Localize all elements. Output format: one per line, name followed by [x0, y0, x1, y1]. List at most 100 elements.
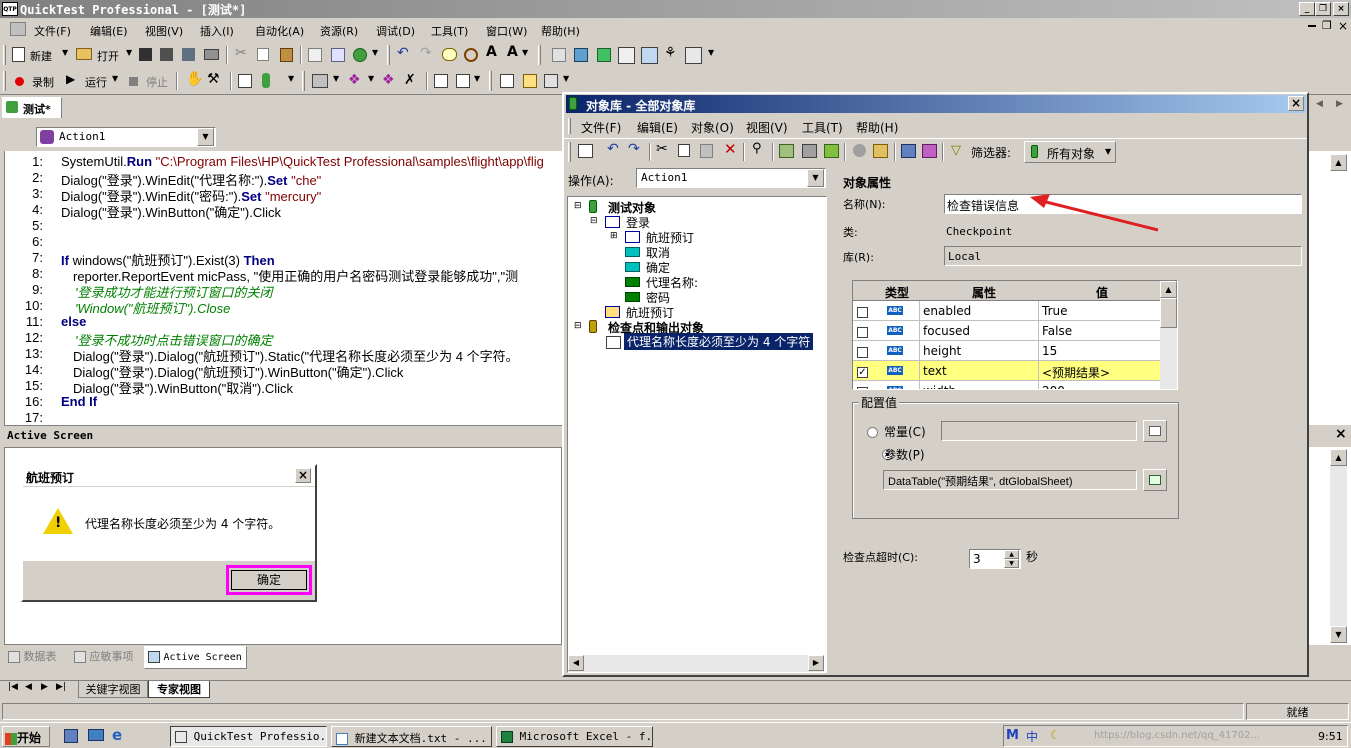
- find-dropdown-icon[interactable]: ▼: [372, 48, 378, 57]
- or-cut-icon[interactable]: ✂: [656, 141, 668, 157]
- grid-scroll-up-icon[interactable]: ▲: [1160, 281, 1177, 298]
- tab-test[interactable]: 测试*: [2, 97, 62, 118]
- task-quicktest[interactable]: QuickTest Professio...: [170, 726, 327, 747]
- ime-m-icon[interactable]: M: [1006, 728, 1019, 743]
- property-row[interactable]: ABC width 200: [853, 381, 1160, 389]
- record-button-label[interactable]: 录制: [32, 74, 54, 90]
- expand-login-icon[interactable]: ⊟: [590, 216, 598, 226]
- start-button[interactable]: 开始: [2, 726, 50, 747]
- open-dropdown-icon[interactable]: ▼: [126, 48, 132, 57]
- or-redo-icon[interactable]: ↷: [628, 141, 640, 157]
- view-next-icon[interactable]: ▶: [41, 682, 48, 692]
- minimize-button[interactable]: _: [1299, 2, 1315, 16]
- constant-edit-icon[interactable]: [1143, 420, 1167, 442]
- expand-booking-icon[interactable]: ⊞: [610, 231, 618, 241]
- save-bundle-icon[interactable]: [182, 48, 195, 61]
- debug-viewer-icon[interactable]: [685, 47, 702, 64]
- mdi-close-icon[interactable]: ×: [1338, 19, 1348, 33]
- redo-icon[interactable]: ↷: [420, 45, 432, 61]
- new-dropdown-icon[interactable]: ▼: [62, 48, 68, 57]
- ime-moon-icon[interactable]: ☾: [1050, 728, 1061, 742]
- timeout-down-icon[interactable]: ▼: [1004, 559, 1019, 568]
- timeout-spinner[interactable]: 3 ▲ ▼: [969, 549, 1021, 569]
- or-locate-icon[interactable]: [873, 144, 888, 158]
- tab-next-icon[interactable]: ▶: [1336, 99, 1343, 109]
- tab-data-table[interactable]: 数据表: [8, 648, 68, 668]
- edit-step-icon[interactable]: [308, 48, 322, 62]
- active-screen-icon[interactable]: [641, 47, 658, 64]
- view-last-icon[interactable]: ▶|: [56, 682, 66, 692]
- save-icon[interactable]: [139, 48, 152, 61]
- filter-dropdown[interactable]: 所有对象 ▼: [1024, 141, 1116, 163]
- object-tree-icon[interactable]: [552, 48, 566, 62]
- settings-icon[interactable]: [544, 74, 558, 88]
- or-copy-icon[interactable]: [678, 144, 690, 157]
- expand-test-objects-icon[interactable]: ⊟: [574, 201, 582, 211]
- spell-check-icon[interactable]: A: [486, 44, 497, 60]
- task-excel[interactable]: Microsoft Excel - f...: [496, 726, 653, 747]
- tree-scroll-left-icon[interactable]: ◀: [568, 655, 584, 671]
- or-delete-icon[interactable]: ✕: [724, 140, 737, 158]
- breakpoint-dropdown-icon[interactable]: ▼: [474, 74, 480, 83]
- checkpoint-icon[interactable]: [238, 74, 252, 88]
- view-first-icon[interactable]: |◀: [8, 682, 18, 692]
- ime-zh-icon[interactable]: 中: [1026, 728, 1038, 745]
- paste-icon[interactable]: [280, 48, 293, 62]
- property-row[interactable]: ABC height 15: [853, 341, 1160, 361]
- tab-prev-icon[interactable]: ◀: [1316, 99, 1323, 109]
- find-icon[interactable]: [353, 48, 367, 62]
- cut-icon[interactable]: ✂: [235, 45, 247, 61]
- parameter-edit-icon[interactable]: [1143, 469, 1167, 491]
- property-checkbox[interactable]: [857, 307, 868, 318]
- spell-dropdown-icon[interactable]: ▼: [522, 48, 528, 57]
- tab-active-screen[interactable]: Active Screen: [144, 646, 247, 669]
- step-over-icon[interactable]: ❖: [382, 72, 395, 88]
- results-icon[interactable]: [500, 74, 514, 88]
- save-all-icon[interactable]: [160, 48, 173, 61]
- data-table-icon[interactable]: [618, 47, 635, 64]
- run-button-label[interactable]: 运行: [85, 74, 107, 90]
- menu-automation[interactable]: 自动化(A): [255, 23, 304, 39]
- toolbar1-more-icon[interactable]: ▼: [708, 48, 714, 57]
- property-value[interactable]: <预期结果>: [1042, 364, 1110, 381]
- or-object-spy-icon[interactable]: [853, 144, 866, 157]
- object-spy-icon[interactable]: [597, 48, 611, 62]
- or-checkpoint-icon[interactable]: [922, 144, 937, 158]
- property-checkbox[interactable]: [857, 347, 868, 358]
- stop-icon[interactable]: [129, 77, 138, 86]
- menu-resources[interactable]: 资源(R): [320, 23, 358, 39]
- constant-radio[interactable]: [867, 427, 878, 438]
- run-dropdown-icon[interactable]: ▼: [112, 74, 118, 83]
- tree-scroll-right-icon[interactable]: ▶: [808, 655, 824, 671]
- or-menu-object[interactable]: 对象(O): [691, 119, 734, 136]
- expert-view-editor[interactable]: SystemUtil.Run "C:\Program Files\HP\Quic…: [4, 151, 562, 425]
- close-button[interactable]: ×: [1333, 2, 1349, 16]
- open-icon[interactable]: [76, 48, 92, 60]
- menu-insert[interactable]: 插入(I): [200, 23, 234, 39]
- timeout-up-icon[interactable]: ▲: [1004, 550, 1019, 559]
- toolbar2-more-icon[interactable]: ▼: [288, 74, 294, 83]
- property-value[interactable]: 15: [1042, 344, 1057, 358]
- property-value[interactable]: False: [1042, 324, 1072, 338]
- or-menu-file[interactable]: 文件(F): [581, 119, 621, 136]
- right-scroll-down-icon[interactable]: ▼: [1330, 626, 1347, 643]
- property-row[interactable]: ABC enabled True: [853, 301, 1160, 321]
- expand-checkpoints-icon[interactable]: ⊟: [574, 321, 582, 331]
- mdi-icon[interactable]: [10, 22, 26, 36]
- right-pane-close-icon[interactable]: ×: [1335, 426, 1347, 442]
- restore-button[interactable]: ❐: [1315, 2, 1331, 16]
- record-icon[interactable]: [15, 77, 24, 86]
- or-paste-icon[interactable]: [700, 144, 713, 158]
- copy-icon[interactable]: [257, 48, 269, 61]
- captured-ok-button[interactable]: 确定: [231, 570, 307, 590]
- step-into-icon[interactable]: ❖: [348, 72, 361, 88]
- editor-scroll-up-icon[interactable]: ▲: [1330, 154, 1347, 171]
- quicklaunch-screen-icon[interactable]: [88, 729, 104, 741]
- menu-debug[interactable]: 调试(D): [376, 23, 415, 39]
- or-highlight-icon[interactable]: [824, 144, 839, 158]
- mdi-restore-icon[interactable]: ❐: [1322, 19, 1332, 32]
- property-checkbox[interactable]: [857, 327, 868, 338]
- tab-keyword-view[interactable]: 关键字视图: [78, 681, 148, 698]
- tree-checkpoint-item[interactable]: 代理名称长度必须至少为 4 个字符: [624, 333, 814, 350]
- property-row[interactable]: ✓ ABC text <预期结果>: [853, 361, 1160, 381]
